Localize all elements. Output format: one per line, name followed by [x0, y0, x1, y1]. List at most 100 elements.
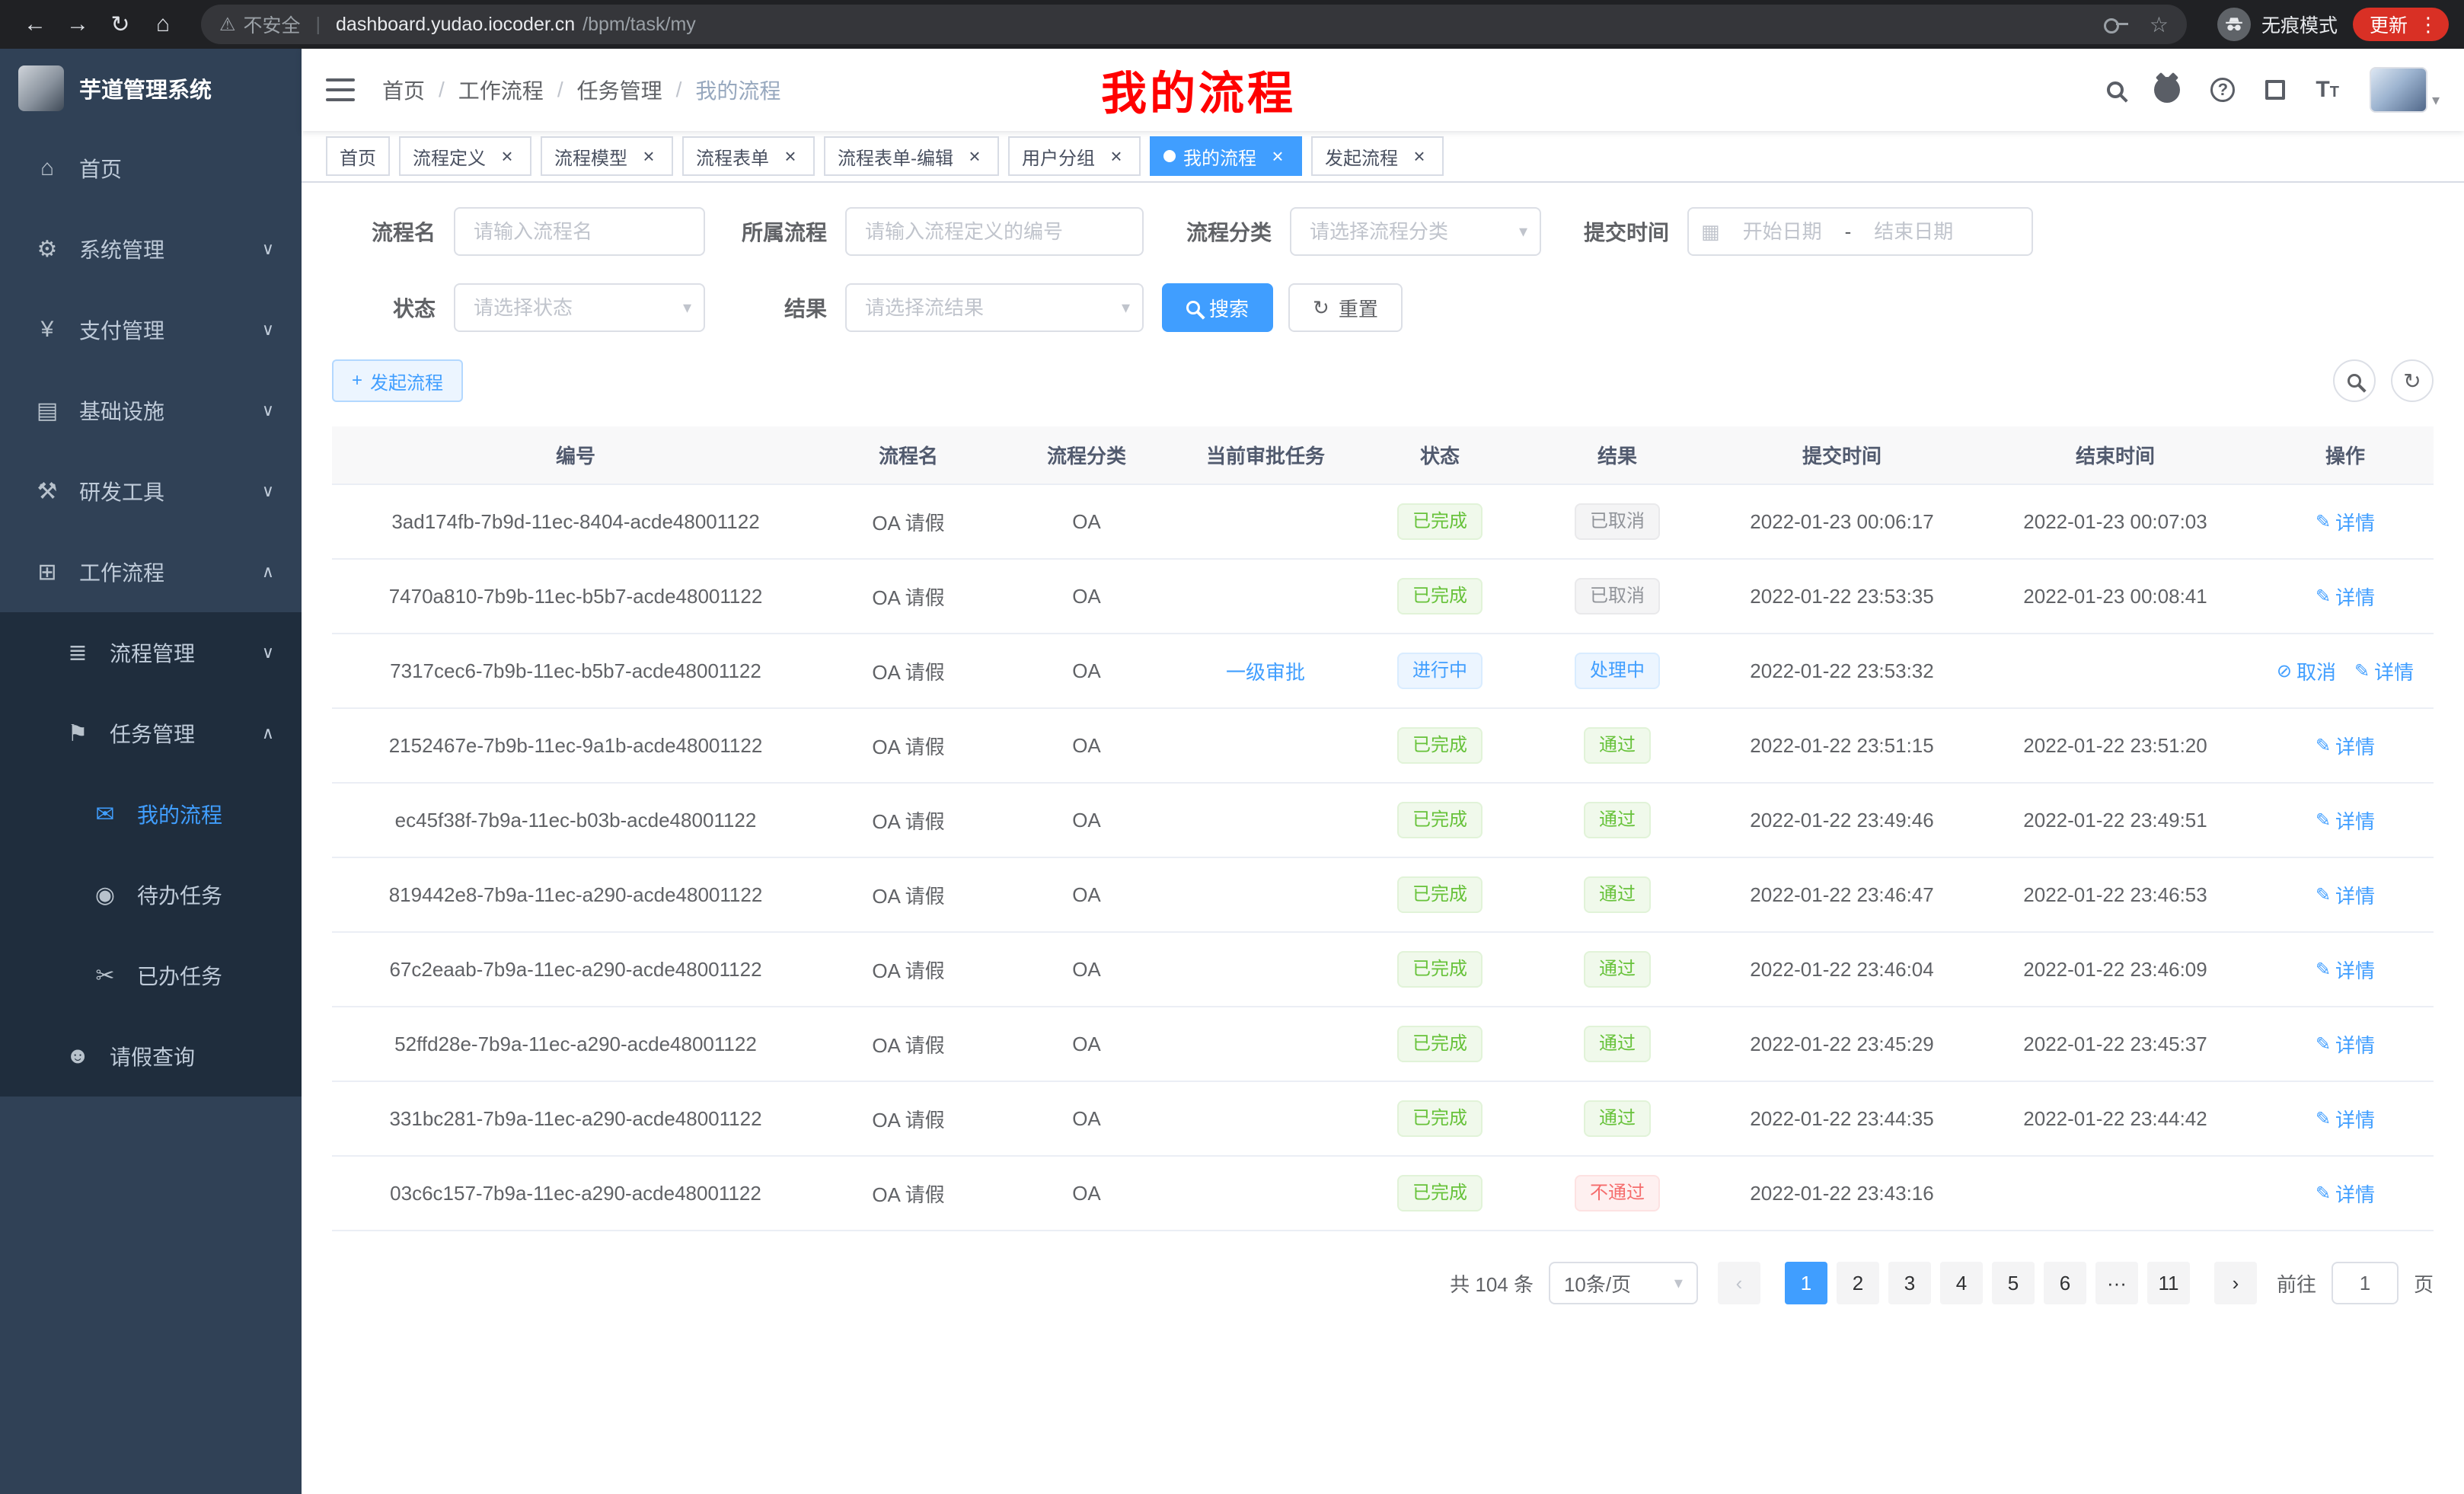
sidebar-item-done-tasks[interactable]: ✂已办任务 [0, 935, 302, 1016]
result-select[interactable] [845, 283, 1144, 332]
detail-link[interactable]: ✎详情 [2316, 508, 2375, 536]
detail-link[interactable]: ✎详情 [2316, 1180, 2375, 1208]
sidebar-item-system-management[interactable]: ⚙系统管理∨ [0, 209, 302, 289]
process-name-input[interactable] [454, 207, 705, 256]
pagination-page-11[interactable]: 11 [2147, 1262, 2190, 1304]
category-select[interactable] [1290, 207, 1541, 256]
date-start-input[interactable] [1726, 220, 1839, 244]
sidebar-item-task-management[interactable]: ⚑任务管理∧ [0, 693, 302, 774]
sidebar-item-my-process[interactable]: ✉我的流程 [0, 774, 302, 854]
detail-link[interactable]: ✎详情 [2316, 1030, 2375, 1058]
pagination-page-2[interactable]: 2 [1837, 1262, 1879, 1304]
table-row: ec45f38f-7b9a-11ec-b03b-acde48001122OA 请… [332, 783, 2434, 857]
result-tag: 通过 [1584, 876, 1651, 913]
pagination-page-5[interactable]: 5 [1992, 1262, 2035, 1304]
pagination-prev-button[interactable]: ‹ [1718, 1262, 1760, 1304]
detail-link[interactable]: ✎详情 [2316, 583, 2375, 611]
close-icon[interactable]: × [1106, 145, 1127, 167]
close-icon[interactable]: × [496, 145, 518, 167]
tab-process-form-edit[interactable]: 流程表单-编辑× [824, 136, 999, 176]
status-tag: 已完成 [1397, 802, 1483, 838]
bookmark-star-icon[interactable]: ☆ [2150, 12, 2169, 37]
breadcrumb-item-1[interactable]: 工作流程 [458, 75, 544, 105]
detail-link[interactable]: ✎详情 [2354, 657, 2414, 685]
detail-link[interactable]: ✎详情 [2316, 956, 2375, 984]
cell-actions: ✎详情 [2257, 559, 2434, 634]
search-icon[interactable] [2107, 81, 2124, 98]
sidebar-item-workflow[interactable]: ⊞工作流程∧ [0, 532, 302, 612]
close-icon[interactable]: × [1409, 145, 1430, 167]
pagination-jump-input[interactable] [2332, 1262, 2399, 1304]
home-button[interactable]: ⌂ [143, 5, 183, 44]
tab-user-group[interactable]: 用户分组× [1008, 136, 1141, 176]
sidebar-item-payment-management[interactable]: ¥支付管理∨ [0, 289, 302, 370]
fullscreen-icon[interactable] [2265, 80, 2285, 100]
detail-link[interactable]: ✎详情 [2316, 1105, 2375, 1133]
date-end-input[interactable] [1857, 220, 1970, 244]
sidebar-item-devtools[interactable]: ⚒研发工具∨ [0, 451, 302, 532]
breadcrumb-item-2[interactable]: 任务管理 [577, 75, 662, 105]
cell-submit-time: 2022-01-22 23:53:32 [1710, 634, 1974, 708]
pagination-page-3[interactable]: 3 [1888, 1262, 1931, 1304]
chevron-up-icon: ∧ [262, 723, 274, 743]
cell-id: ec45f38f-7b9a-11ec-b03b-acde48001122 [332, 783, 819, 857]
search-button[interactable]: 搜索 [1162, 283, 1273, 332]
edit-icon: ✎ [2316, 809, 2331, 832]
tab-process-form[interactable]: 流程表单× [682, 136, 815, 176]
tab-start-process[interactable]: 发起流程× [1311, 136, 1444, 176]
sidebar-item-label: 工作流程 [79, 557, 164, 587]
pagination-more-button[interactable]: ··· [2095, 1262, 2138, 1304]
close-icon[interactable]: × [638, 145, 659, 167]
address-bar[interactable]: ⚠ 不安全 | dashboard.yudao.iocoder.cn /bpm/… [201, 5, 2187, 44]
tab-my-process[interactable]: 我的流程× [1150, 136, 1302, 176]
pagination-page-1[interactable]: 1 [1785, 1262, 1827, 1304]
cell-current-task [1176, 932, 1355, 1007]
detail-link[interactable]: ✎详情 [2316, 881, 2375, 909]
app-logo[interactable]: 芋道管理系统 [0, 49, 302, 128]
close-icon[interactable]: × [780, 145, 801, 167]
update-button[interactable]: 更新 ⋮ [2353, 8, 2449, 41]
start-process-button[interactable]: + 发起流程 [332, 359, 463, 402]
status-select[interactable] [454, 283, 705, 332]
back-button[interactable]: ← [15, 5, 55, 44]
sidebar-item-process-management[interactable]: ≣流程管理∨ [0, 612, 302, 693]
sidebar-item-infrastructure[interactable]: ▤基础设施∨ [0, 370, 302, 451]
reload-button[interactable]: ↻ [101, 5, 140, 44]
help-icon[interactable]: ? [2210, 78, 2235, 102]
pagination-page-6[interactable]: 6 [2044, 1262, 2086, 1304]
detail-link[interactable]: ✎详情 [2316, 732, 2375, 760]
process-definition-input[interactable] [845, 207, 1144, 256]
user-avatar[interactable]: ▾ [2370, 67, 2440, 113]
page-size-select[interactable]: 10条/页 ▾ [1549, 1262, 1698, 1304]
submit-time-range-picker[interactable]: ▦ - [1687, 207, 2033, 256]
forward-button[interactable]: → [58, 5, 97, 44]
close-icon[interactable]: × [1267, 145, 1288, 167]
cell-submit-time: 2022-01-23 00:06:17 [1710, 484, 1974, 559]
navbar: 首页/工作流程/任务管理/我的流程 我的流程 ? TT ▾ [302, 49, 2464, 131]
cell-end-time: 2022-01-22 23:44:42 [1974, 1081, 2257, 1156]
sidebar-item-home[interactable]: ⌂首页 [0, 128, 302, 209]
close-icon[interactable]: × [964, 145, 985, 167]
reset-button[interactable]: ↻ 重置 [1288, 283, 1403, 332]
current-task-link[interactable]: 一级审批 [1226, 661, 1305, 684]
refresh-table-button[interactable]: ↻ [2391, 359, 2434, 402]
detail-link[interactable]: ✎详情 [2316, 806, 2375, 835]
tab-process-definition[interactable]: 流程定义× [399, 136, 531, 176]
breadcrumb-item-0[interactable]: 首页 [382, 75, 425, 105]
menu-dots-icon[interactable]: ⋮ [2415, 13, 2441, 37]
status-tag: 已完成 [1397, 1175, 1483, 1211]
pagination-next-button[interactable]: › [2214, 1262, 2257, 1304]
sidebar-item-todo-tasks[interactable]: ◉待办任务 [0, 854, 302, 935]
tab-home[interactable]: 首页 [326, 136, 390, 176]
sidebar-item-leave-query[interactable]: ☻请假查询 [0, 1016, 302, 1097]
github-icon[interactable] [2154, 77, 2180, 103]
hamburger-icon[interactable] [326, 78, 355, 101]
toggle-search-button[interactable] [2333, 359, 2376, 402]
result-tag: 通过 [1584, 951, 1651, 988]
pagination-page-4[interactable]: 4 [1940, 1262, 1983, 1304]
tab-process-model[interactable]: 流程模型× [541, 136, 673, 176]
cancel-link[interactable]: ⊘取消 [2277, 657, 2336, 685]
font-size-icon[interactable]: TT [2316, 78, 2339, 101]
warning-icon: ⚠ [219, 14, 236, 36]
key-icon[interactable] [2104, 18, 2128, 30]
